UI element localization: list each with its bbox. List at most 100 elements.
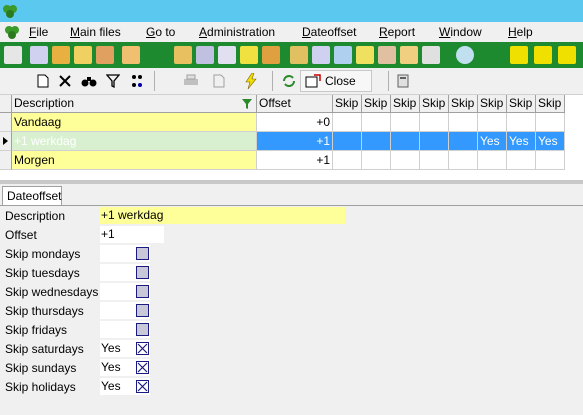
filter-icon[interactable] xyxy=(104,70,122,92)
skip-mondays-checkbox[interactable] xyxy=(136,247,149,260)
globe-icon[interactable] xyxy=(456,46,474,64)
column-header-description[interactable]: Description xyxy=(12,95,257,113)
cell-skip[interactable] xyxy=(449,132,478,151)
filter-icon[interactable] xyxy=(241,98,253,110)
toolbar-icon-2[interactable] xyxy=(30,46,48,64)
toolbar-icon-1[interactable] xyxy=(4,46,22,64)
cell-skip[interactable] xyxy=(420,113,449,132)
menu-file[interactable]: File xyxy=(29,25,48,39)
toolbar-icon-14[interactable] xyxy=(334,46,352,64)
row-selector-current[interactable] xyxy=(0,132,12,151)
row-selector[interactable] xyxy=(0,151,12,170)
cell-skip[interactable] xyxy=(478,151,507,170)
toolbar-icon-5[interactable] xyxy=(96,46,114,64)
skip-fridays-checkbox[interactable] xyxy=(136,323,149,336)
cell-offset[interactable]: +0 xyxy=(257,113,333,132)
cell-offset[interactable]: +1 xyxy=(257,132,333,151)
cell-skip[interactable] xyxy=(391,151,420,170)
toolbar-icon-12[interactable] xyxy=(290,46,308,64)
cell-skip[interactable]: Yes xyxy=(536,132,565,151)
menu-report[interactable]: Report xyxy=(379,25,415,39)
column-header-skip-mondays[interactable]: Skip xyxy=(333,95,362,113)
column-header-skip-wednesdays[interactable]: Skip xyxy=(391,95,420,113)
skip-sundays-label: Skip sundays xyxy=(5,361,77,375)
truck-icon-3[interactable] xyxy=(558,46,576,64)
column-header-skip-holidays[interactable]: Skip xyxy=(536,95,565,113)
offset-field[interactable]: +1 xyxy=(100,226,164,243)
tab-dateoffset[interactable]: Dateoffset xyxy=(2,186,62,206)
cell-skip[interactable] xyxy=(391,132,420,151)
refresh-icon[interactable] xyxy=(280,70,298,92)
cell-skip[interactable] xyxy=(478,113,507,132)
toolbar-icon-11[interactable] xyxy=(262,46,280,64)
cell-skip[interactable] xyxy=(391,113,420,132)
cell-skip[interactable] xyxy=(420,132,449,151)
new-record-icon[interactable] xyxy=(34,70,52,92)
cell-skip[interactable] xyxy=(333,151,362,170)
cell-skip[interactable] xyxy=(420,151,449,170)
skip-holidays-checkbox[interactable] xyxy=(136,380,149,393)
skip-sundays-checkbox[interactable] xyxy=(136,361,149,374)
calculator-icon[interactable] xyxy=(394,70,412,92)
cell-skip[interactable] xyxy=(333,113,362,132)
cell-description[interactable]: Morgen xyxy=(12,151,257,170)
delete-icon[interactable] xyxy=(56,70,74,92)
column-header-skip-saturdays[interactable]: Skip xyxy=(478,95,507,113)
skip-thursdays-checkbox[interactable] xyxy=(136,304,149,317)
print-preview-icon[interactable] xyxy=(210,70,228,92)
toolbar-icon-13[interactable] xyxy=(312,46,330,64)
toolbar-icon-10[interactable] xyxy=(240,46,258,64)
cell-description[interactable]: +1 werkdag xyxy=(12,132,257,151)
cell-skip[interactable] xyxy=(362,132,391,151)
toolbar-icon-16[interactable] xyxy=(378,46,396,64)
column-header-skip-tuesdays[interactable]: Skip xyxy=(362,95,391,113)
close-button[interactable]: Close xyxy=(300,70,372,92)
toolbar-icon-4[interactable] xyxy=(74,46,92,64)
toolbar-divider xyxy=(154,71,155,91)
cell-skip[interactable] xyxy=(362,151,391,170)
menu-go-to[interactable]: Go to xyxy=(146,25,175,39)
skip-saturdays-label: Skip saturdays xyxy=(5,342,84,356)
truck-icon-1[interactable] xyxy=(510,46,528,64)
row-selector[interactable] xyxy=(0,113,12,132)
cell-skip[interactable] xyxy=(362,113,391,132)
cell-offset[interactable]: +1 xyxy=(257,151,333,170)
cell-skip[interactable] xyxy=(507,151,536,170)
cell-skip[interactable] xyxy=(333,132,362,151)
toolbar-icon-17[interactable] xyxy=(400,46,418,64)
toolbar-icon-3[interactable] xyxy=(52,46,70,64)
sort-icon[interactable] xyxy=(128,70,146,92)
cell-skip[interactable] xyxy=(449,151,478,170)
menu-help[interactable]: Help xyxy=(508,25,533,39)
cell-skip[interactable] xyxy=(536,113,565,132)
app-menu-icon[interactable] xyxy=(4,24,20,40)
column-header-skip-thursdays[interactable]: Skip xyxy=(420,95,449,113)
cell-skip[interactable] xyxy=(449,113,478,132)
cell-skip[interactable]: Yes xyxy=(507,132,536,151)
binoculars-icon[interactable] xyxy=(80,70,98,92)
toolbar-icon-18[interactable] xyxy=(422,46,440,64)
column-header-skip-fridays[interactable]: Skip xyxy=(449,95,478,113)
menu-administration[interactable]: Administration xyxy=(199,25,275,39)
cell-skip[interactable] xyxy=(536,151,565,170)
lightning-icon[interactable] xyxy=(242,70,260,92)
menu-window[interactable]: Window xyxy=(439,25,482,39)
column-header-offset[interactable]: Offset xyxy=(257,95,333,113)
toolbar-icon-8[interactable] xyxy=(196,46,214,64)
toolbar-icon-9[interactable] xyxy=(218,46,236,64)
print-icon[interactable] xyxy=(182,70,200,92)
cell-skip[interactable] xyxy=(507,113,536,132)
toolbar-icon-15[interactable] xyxy=(356,46,374,64)
toolbar-icon-6[interactable] xyxy=(122,46,140,64)
cell-skip[interactable]: Yes xyxy=(478,132,507,151)
truck-icon-2[interactable] xyxy=(534,46,552,64)
column-header-skip-sundays[interactable]: Skip xyxy=(507,95,536,113)
skip-wednesdays-checkbox[interactable] xyxy=(136,285,149,298)
cell-description[interactable]: Vandaag xyxy=(12,113,257,132)
description-field[interactable]: +1 werkdag xyxy=(100,207,345,224)
skip-tuesdays-checkbox[interactable] xyxy=(136,266,149,279)
toolbar-icon-7[interactable] xyxy=(174,46,192,64)
menu-main-files[interactable]: Main files xyxy=(70,25,121,39)
menu-dateoffset[interactable]: Dateoffset xyxy=(302,25,357,39)
skip-saturdays-checkbox[interactable] xyxy=(136,342,149,355)
